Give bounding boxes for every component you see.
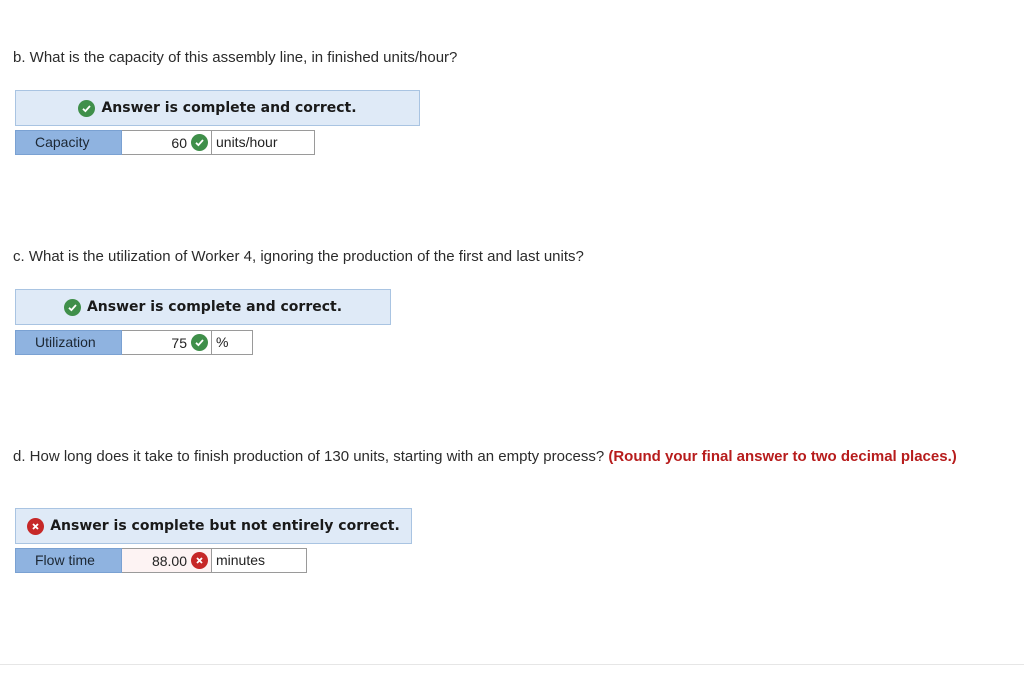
- utilization-unit: %: [211, 330, 253, 355]
- question-d-rounding-note: (Round your final answer to two decimal …: [608, 448, 957, 465]
- check-circle-icon: [63, 298, 81, 316]
- answer-banner-b: Answer is complete and correct.: [15, 90, 420, 126]
- answer-row-flow-time: Flow time 88.00 minutes: [15, 548, 307, 573]
- answer-banner-c: Answer is complete and correct.: [15, 289, 391, 325]
- check-circle-icon: [78, 99, 96, 117]
- flow-time-unit: minutes: [211, 548, 307, 573]
- answer-banner-d: Answer is complete but not entirely corr…: [15, 508, 412, 544]
- question-d-text: d. How long does it take to finish produ…: [13, 448, 605, 465]
- capacity-label: Capacity: [15, 130, 122, 155]
- flow-time-value-field[interactable]: 88.00: [122, 548, 211, 573]
- utilization-label: Utilization: [15, 330, 122, 355]
- question-d: d. How long does it take to finish produ…: [13, 447, 1003, 466]
- utilization-value: 75: [171, 334, 187, 351]
- answer-banner-c-text: Answer is complete and correct.: [86, 299, 343, 315]
- answer-banner-d-text: Answer is complete but not entirely corr…: [50, 518, 400, 534]
- capacity-value-field[interactable]: 60: [122, 130, 211, 155]
- question-c-text: c. What is the utilization of Worker 4, …: [13, 248, 584, 265]
- check-circle-icon: [191, 334, 208, 351]
- capacity-unit: units/hour: [211, 130, 315, 155]
- utilization-value-field[interactable]: 75: [122, 330, 211, 355]
- x-circle-icon: [191, 552, 208, 569]
- capacity-value: 60: [171, 134, 187, 151]
- question-b-text: b. What is the capacity of this assembly…: [13, 49, 458, 66]
- flow-time-label: Flow time: [15, 548, 122, 573]
- flow-time-value: 88.00: [151, 552, 187, 569]
- x-circle-icon: [27, 517, 45, 535]
- footer-divider: [0, 664, 1024, 665]
- answer-banner-b-text: Answer is complete and correct.: [101, 100, 357, 116]
- question-c: c. What is the utilization of Worker 4, …: [13, 247, 584, 266]
- answer-row-utilization: Utilization 75 %: [15, 330, 253, 355]
- answer-row-capacity: Capacity 60 units/hour: [15, 130, 315, 155]
- check-circle-icon: [191, 134, 208, 151]
- question-b: b. What is the capacity of this assembly…: [13, 48, 457, 67]
